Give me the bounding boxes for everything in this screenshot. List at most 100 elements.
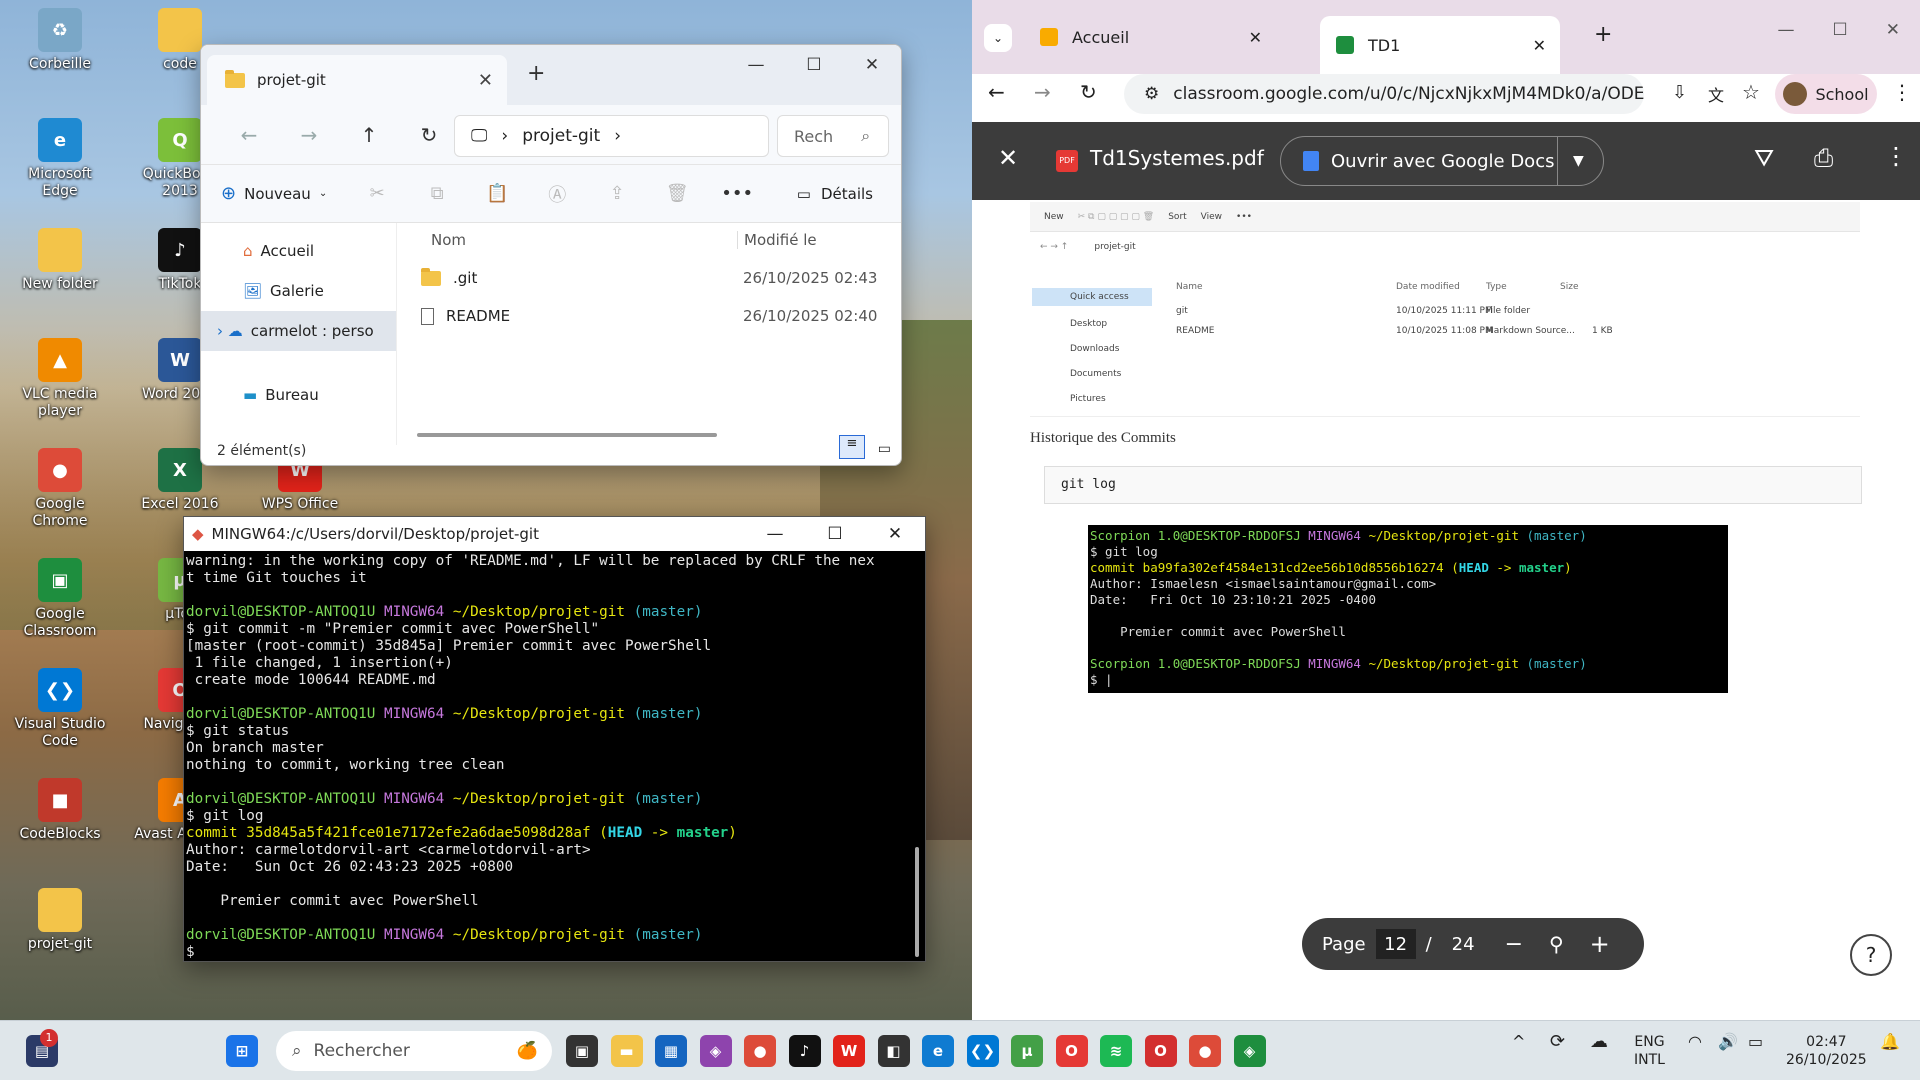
close-tab-icon[interactable]: ✕ [1533,36,1546,55]
file-row[interactable]: README 26/10/2025 02:40 [397,297,901,335]
cut-icon[interactable]: ✂ [347,183,407,204]
new-tab-button[interactable]: + [527,61,545,86]
chrome-icon[interactable]: ● [744,1035,776,1067]
search-box[interactable]: Rech ⌕ [777,115,889,157]
classroom-icon[interactable]: ◈ [1233,1035,1266,1067]
taskbar-search[interactable]: ⌕ Rechercher 🍊 [276,1031,552,1071]
zoom-icon[interactable]: ⚲ [1549,932,1564,956]
delete-icon[interactable]: 🗑 [647,183,707,204]
address-bar[interactable]: ⚙ classroom.google.com/u/0/c/NjcxNjkxMjM4… [1124,74,1644,114]
desktop-icon[interactable]: ● Google Chrome [10,448,110,530]
desktop-icon[interactable]: ■ CodeBlocks [10,778,110,843]
clock[interactable]: 02:47 26/10/2025 [1786,1033,1867,1069]
file-row[interactable]: .git 26/10/2025 02:43 [397,259,901,297]
print-icon[interactable]: ⎙ [1814,144,1833,172]
sync-icon[interactable]: ⟳ [1550,1033,1565,1051]
forward-icon[interactable]: → [279,123,339,147]
close-button[interactable]: ✕ [865,517,925,551]
address-bar[interactable]: 🖵 › projet-git › [454,115,769,157]
back-icon[interactable]: ← [219,123,279,147]
opera-gx-icon[interactable]: O [1144,1035,1177,1067]
task-view-icon[interactable]: ▣ [566,1035,598,1067]
show-hidden-icons[interactable]: ^ [1512,1033,1525,1051]
edge-icon[interactable]: e [922,1035,954,1067]
tab-projet-git[interactable]: projet-git ✕ [207,55,507,105]
opera-icon[interactable]: O [1055,1035,1088,1067]
tiktok-icon[interactable]: ♪ [788,1035,821,1067]
store-icon[interactable]: ▦ [655,1035,687,1067]
tab-search-icon[interactable]: ⌄ [984,24,1012,52]
tab-td1[interactable]: TD1 ✕ [1320,16,1560,74]
battery-icon[interactable]: ▭ [1748,1033,1763,1051]
rename-icon[interactable]: Ⓐ [527,181,587,207]
dropdown-icon[interactable]: ▼ [1573,153,1584,169]
sidebar-item[interactable]: 🖼 Galerie [201,271,396,311]
spotify-icon[interactable]: ≋ [1100,1035,1132,1067]
terminal-window[interactable]: ◆ MINGW64:/c/Users/dorvil/Desktop/projet… [183,516,926,962]
maximize-button[interactable]: ☐ [785,45,843,85]
cloud-icon[interactable]: ☁ [1590,1033,1608,1051]
add-to-drive-icon[interactable]: ⛛ [1754,144,1774,172]
tiles-view-icon[interactable]: ▭ [878,441,891,457]
desktop-icon[interactable]: ♻ Corbeille [10,8,110,73]
volume-icon[interactable]: 🔊 [1718,1033,1738,1051]
column-modified[interactable]: Modifié le [737,231,817,249]
column-name[interactable]: Nom [431,231,466,249]
file-explorer-icon[interactable]: ▬ [610,1035,643,1067]
sidebar-item[interactable]: ▬ Bureau [201,375,396,415]
more-icon[interactable]: ••• [707,183,767,204]
open-with-docs-button[interactable]: Ouvrir avec Google Docs ▼ [1280,136,1604,186]
desktop-icon[interactable]: ❮❯ Visual Studio Code [10,668,110,750]
back-icon[interactable]: ← [988,80,1005,104]
terminal-scrollbar[interactable] [915,847,919,957]
vscode-icon[interactable]: ❮❯ [966,1035,999,1067]
new-tab-button[interactable]: + [1594,22,1612,47]
start-icon[interactable]: ⊞ [226,1035,258,1067]
page-number-input[interactable]: 12 [1375,929,1416,959]
bookmark-star-icon[interactable]: ☆ [1742,80,1760,104]
list-view-icon[interactable]: ≡ [839,435,865,459]
paste-icon[interactable]: 📋 [467,183,527,204]
forward-icon[interactable]: → [1034,80,1051,104]
close-button[interactable]: ✕ [843,45,901,85]
desktop-icon[interactable]: ▲ VLC media player [10,338,110,420]
install-icon[interactable]: ⇩ [1672,82,1687,103]
details-button[interactable]: ▭ Détails [797,185,873,203]
new-button[interactable]: ⊕ Nouveau ⌄ [221,183,327,204]
profile-button[interactable]: School [1775,74,1877,114]
desktop-icon[interactable]: projet-git [10,888,110,953]
maximize-button[interactable]: ☐ [1833,20,1848,40]
translate-icon[interactable]: 文 [1708,82,1724,106]
share-icon[interactable]: ⇪ [587,183,647,204]
desktop-icon[interactable]: New folder [10,228,110,293]
reload-icon[interactable]: ↻ [1080,80,1097,104]
menu-icon[interactable]: ⋮ [1892,80,1912,104]
sidebar-item[interactable]: › ☁ carmelot : perso [201,311,396,351]
notifications-icon[interactable]: 🔔 [1880,1033,1900,1051]
close-tab-icon[interactable]: ✕ [478,70,493,91]
refresh-icon[interactable]: ↻ [399,123,459,147]
copy-icon[interactable]: ⧉ [407,183,467,204]
minimize-button[interactable]: — [1778,20,1795,40]
close-viewer-icon[interactable]: ✕ [998,144,1018,172]
minimize-button[interactable]: — [745,517,805,551]
capcut-icon[interactable]: ◧ [877,1035,910,1067]
desktop-icon[interactable]: e Microsoft Edge [10,118,110,200]
desktop-icon[interactable]: ▣ Google Classroom [10,558,110,640]
utorrent-icon[interactable]: µ [1011,1035,1043,1067]
minimize-button[interactable]: — [727,45,785,85]
sidebar-item[interactable]: ⌂ Accueil [201,231,396,271]
horizontal-scrollbar[interactable] [417,433,717,437]
language-indicator[interactable]: ENG INTL [1634,1033,1665,1069]
zoom-out-icon[interactable]: − [1505,932,1523,957]
zoom-in-icon[interactable]: + [1590,930,1610,958]
maximize-button[interactable]: ☐ [805,517,865,551]
more-options-icon[interactable]: ⋮ [1884,142,1908,170]
close-button[interactable]: ✕ [1886,20,1900,40]
help-icon[interactable]: ? [1850,934,1892,976]
chrome-icon[interactable]: ● [1189,1035,1221,1067]
close-tab-icon[interactable]: ✕ [1249,28,1262,47]
tab-accueil[interactable]: Accueil ✕ [1024,14,1276,60]
wifi-icon[interactable]: ◠ [1688,1033,1702,1051]
copilot-icon[interactable]: ◈ [699,1035,732,1067]
